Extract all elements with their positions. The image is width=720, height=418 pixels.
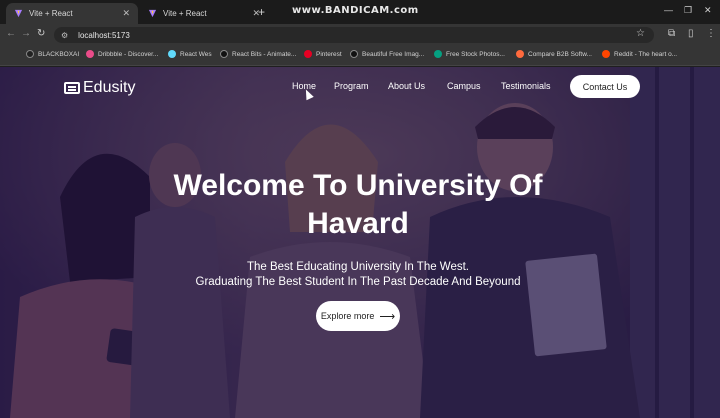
bookmark-label: Free Stock Photos... (446, 50, 505, 58)
bookmark-label: Dribbble - Discover... (98, 50, 159, 58)
bookmark-label: Compare B2B Softw... (528, 50, 592, 58)
bookmark-label: React Wes (180, 50, 212, 58)
reload-icon[interactable]: ↻ (37, 28, 45, 39)
explore-more-label: Explore more (320, 311, 375, 321)
bookmark-favicon-icon (516, 50, 524, 58)
url-text: localhost:5173 (78, 30, 130, 40)
back-icon[interactable]: ← (6, 28, 16, 39)
bookmark-item[interactable]: Beautiful Free Imag... (350, 50, 424, 58)
nav-program[interactable]: Program (334, 81, 369, 91)
logo-text: Edusity (83, 79, 136, 96)
nav-testimonials[interactable]: Testimonials (501, 81, 551, 91)
hero-section: Edusity Home Program About Us Campus Tes… (0, 67, 720, 418)
bookmark-label: Reddit - The heart o... (614, 50, 678, 58)
minimize-icon[interactable]: — (664, 5, 673, 15)
logo-icon (64, 82, 80, 94)
bookmark-item[interactable]: Dribbble - Discover... (86, 50, 158, 58)
close-tab-icon[interactable]: ✕ (122, 8, 130, 19)
recorder-watermark: www.BANDICAM.com (292, 5, 419, 16)
explore-more-button[interactable]: Explore more ⟶ (316, 301, 400, 331)
bookmark-label: Beautiful Free Imag... (362, 50, 425, 58)
bookmark-favicon-icon (304, 50, 312, 58)
bookmark-label: Pinterest (316, 50, 342, 58)
bookmark-item[interactable]: React Bits - Animate... (220, 50, 296, 58)
bookmark-favicon-icon (350, 50, 358, 58)
site-info-icon[interactable]: ⚙ (61, 31, 68, 40)
hero-title-line: Welcome To University Of (173, 169, 543, 202)
bookmark-label: BLACKBOXAI (38, 50, 80, 58)
tab-label: Vite + React (163, 9, 207, 18)
bookmarks-bar: BLACKBOXAI Dribbble - Discover... React … (0, 46, 720, 66)
extensions-icon[interactable]: ⧉ (668, 28, 675, 39)
bookmark-favicon-icon (220, 50, 228, 58)
bookmark-label: React Bits - Animate... (232, 50, 297, 58)
new-tab-icon[interactable]: + (258, 5, 265, 19)
hero-subtitle: The Best Educating University In The Wes… (0, 260, 716, 290)
bookmark-favicon-icon (168, 50, 176, 58)
maximize-icon[interactable]: ❐ (684, 5, 692, 16)
bookmark-item[interactable]: Pinterest (304, 50, 342, 58)
bookmark-item[interactable]: Reddit - The heart o... (602, 50, 677, 58)
vite-icon (14, 9, 23, 18)
bookmark-item[interactable]: React Wes (168, 50, 212, 58)
bookmark-star-icon[interactable]: ☆ (636, 28, 645, 39)
nav-campus[interactable]: Campus (447, 81, 481, 91)
bookmark-favicon-icon (26, 50, 34, 58)
contact-us-button[interactable]: Contact Us (570, 75, 640, 98)
sidebar-icon[interactable]: ▯ (688, 28, 694, 39)
bookmark-favicon-icon (86, 50, 94, 58)
bookmark-item[interactable]: Compare B2B Softw... (516, 50, 592, 58)
hero-subtitle-line: The Best Educating University In The Wes… (246, 261, 469, 273)
hero-title: Welcome To University Of Havard (0, 167, 716, 243)
close-window-icon[interactable]: ✕ (704, 5, 712, 16)
nav-about-us[interactable]: About Us (388, 81, 425, 91)
bookmark-item[interactable]: BLACKBOXAI (26, 50, 79, 58)
browser-toolbar: ← → ↻ ⚙ localhost:5173 ☆ ⧉ ▯ ⋮ (0, 24, 720, 46)
browser-tab[interactable]: Vite + React ✕ (140, 3, 268, 24)
bookmark-favicon-icon (434, 50, 442, 58)
browser-tabstrip: Vite + React ✕ Vite + React ✕ + www.BAND… (0, 0, 720, 24)
address-bar[interactable]: ⚙ localhost:5173 ☆ (54, 27, 654, 43)
bookmark-favicon-icon (602, 50, 610, 58)
menu-icon[interactable]: ⋮ (706, 28, 716, 39)
bookmark-item[interactable]: Free Stock Photos... (434, 50, 505, 58)
site-logo[interactable]: Edusity (64, 79, 135, 97)
arrow-right-icon: ⟶ (379, 310, 396, 323)
hero-title-line: Havard (307, 207, 409, 240)
tab-label: Vite + React (29, 9, 73, 18)
browser-tab-active[interactable]: Vite + React ✕ (6, 3, 138, 24)
vite-icon (148, 9, 157, 18)
forward-icon[interactable]: → (21, 28, 31, 39)
hero-subtitle-line: Graduating The Best Student In The Past … (195, 276, 521, 288)
